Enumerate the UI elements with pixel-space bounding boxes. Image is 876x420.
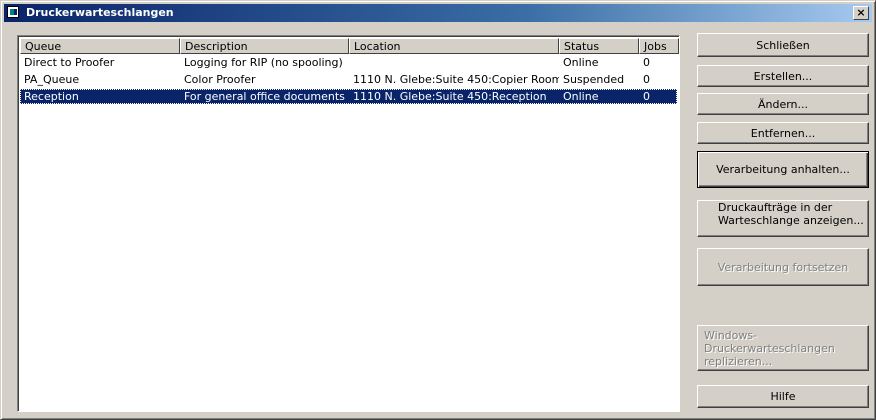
queue-status: Online [563,56,599,69]
queue-row[interactable]: PA_Queue Color Proofer 1110 N. Glebe:Sui… [20,72,677,87]
column-header-location[interactable]: Location [349,38,559,54]
close-button[interactable]: Schließen [697,33,869,57]
queue-description: For general office documents [184,90,345,103]
queue-jobs: 0 [643,90,650,103]
queue-name: PA_Queue [24,73,80,86]
column-header-queue[interactable]: Queue [20,38,180,54]
replicate-windows-queues-button[interactable]: Windows-Druckerwarteschlangen repliziere… [697,325,869,371]
replicate-label-line1: Windows-Druckerwarteschlangen [704,328,835,355]
queue-row[interactable]: Direct to Proofer Logging for RIP (no sp… [20,55,677,70]
queue-jobs: 0 [643,56,650,69]
remove-button[interactable]: Entfernen... [697,122,869,144]
close-icon: × [856,6,866,19]
queue-location: 1110 N. Glebe:Suite 450:Reception [353,90,547,103]
queue-list[interactable]: Queue Description Location Status Jobs D… [17,35,680,412]
queue-name: Reception [24,90,79,103]
queue-jobs: 0 [643,73,650,86]
queue-row-selected[interactable]: Reception For general office documents 1… [20,89,677,104]
queue-name: Direct to Proofer [24,56,115,69]
help-button[interactable]: Hilfe [697,385,869,408]
resume-processing-button[interactable]: Verarbeitung fortsetzen [697,248,869,286]
show-jobs-label-line1: Druckaufträge in der [718,201,833,214]
replicate-label-line2: replizieren... [704,354,773,368]
queue-location: 1110 N. Glebe:Suite 450:Copier Room [353,73,559,86]
queue-description: Logging for RIP (no spooling) [184,56,343,69]
queue-status: Suspended [563,73,625,86]
create-button[interactable]: Erstellen... [697,65,869,87]
pause-processing-button[interactable]: Verarbeitung anhalten... [697,151,869,188]
queue-status: Online [563,90,599,103]
show-jobs-label-line2: Warteschlange anzeigen... [718,214,864,227]
show-queue-jobs-button[interactable]: Druckaufträge in der Warteschlange anzei… [697,200,869,237]
window-title: Druckerwarteschlangen [26,6,174,19]
column-header-jobs[interactable]: Jobs [639,38,679,54]
title-bar[interactable]: Druckerwarteschlangen × [4,4,872,22]
column-header-description[interactable]: Description [180,38,349,54]
queue-location [349,55,559,70]
column-header-status[interactable]: Status [559,38,639,54]
close-window-button[interactable]: × [853,6,869,20]
change-button[interactable]: Ändern... [697,93,869,115]
window-app-icon [7,6,19,18]
queue-description: Color Proofer [184,73,256,86]
printer-queues-dialog: Druckerwarteschlangen × Queue Descriptio… [0,0,876,420]
